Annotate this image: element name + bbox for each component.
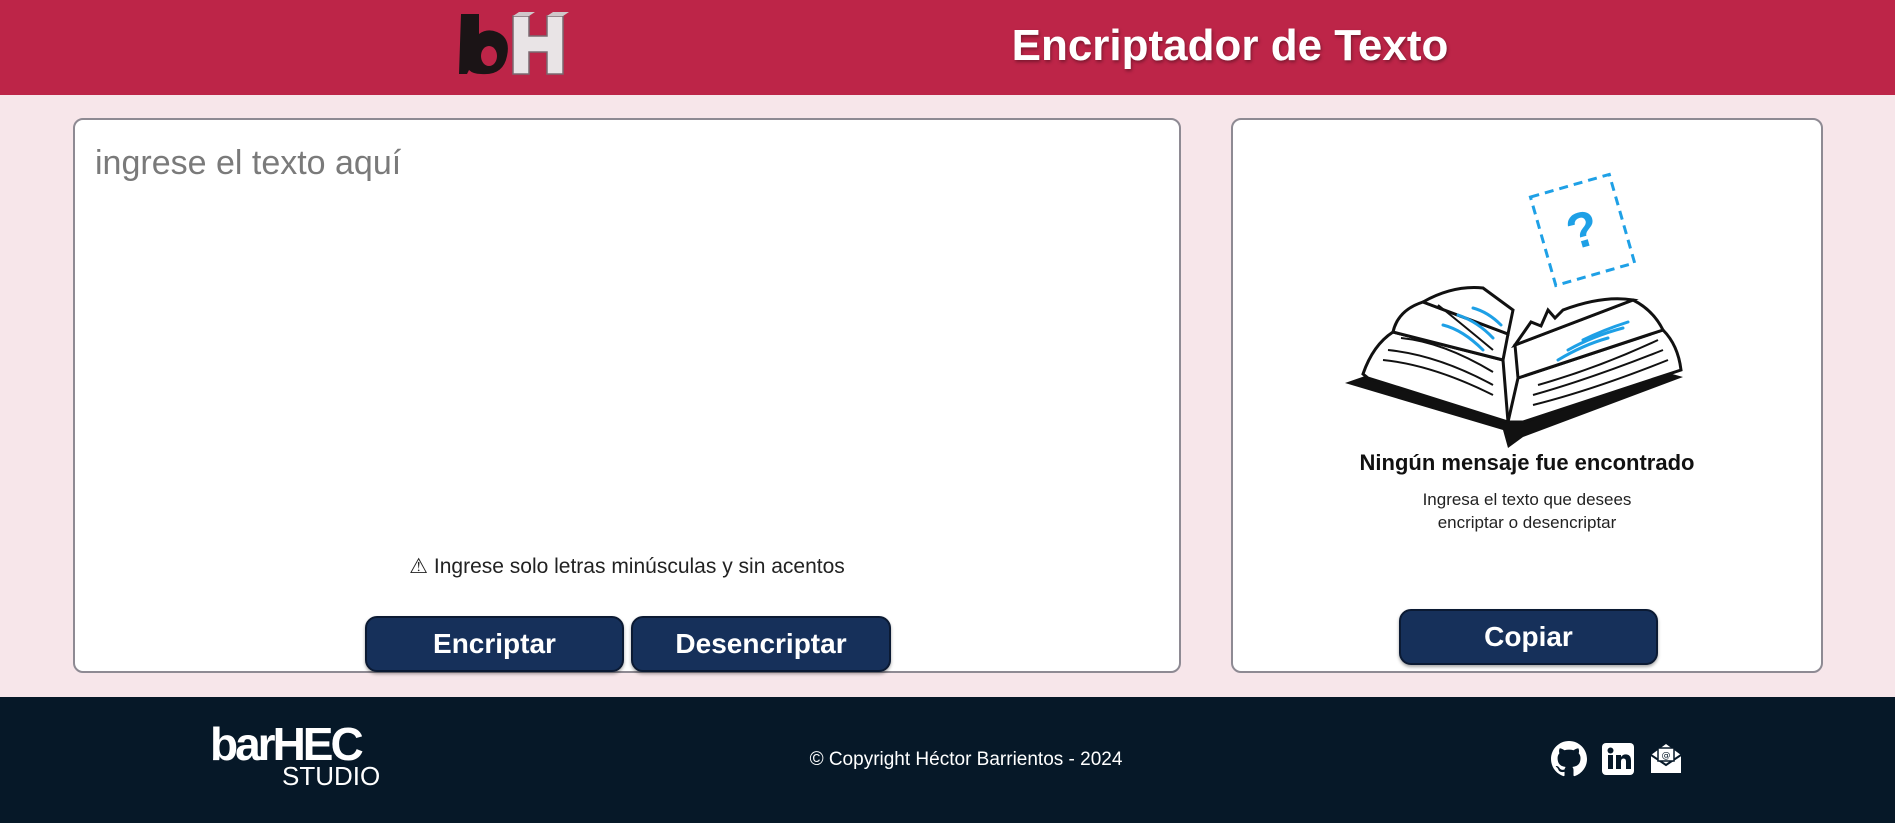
brand-sub: STUDIO — [282, 761, 381, 791]
empty-state-line-2: encriptar o desencriptar — [1437, 513, 1617, 532]
svg-text:?: ? — [1560, 199, 1605, 261]
decrypt-button[interactable]: Desencriptar — [631, 616, 891, 672]
empty-state-line-1: Ingresa el texto que desees — [1422, 490, 1632, 509]
question-card-icon: ? — [1528, 172, 1637, 288]
footer: barHEC STUDIO © Copyright Héctor Barrien… — [0, 697, 1895, 823]
copy-button[interactable]: Copiar — [1399, 609, 1658, 665]
empty-state-title: Ningún mensaje fue encontrado — [1359, 450, 1695, 475]
text-input[interactable] — [95, 144, 1155, 524]
studio-logo: barHEC STUDIO — [210, 721, 385, 791]
github-icon[interactable] — [1551, 741, 1587, 777]
email-icon[interactable]: @ — [1648, 741, 1684, 777]
encrypt-button[interactable]: Encriptar — [365, 616, 624, 672]
bh-logo — [455, 10, 575, 80]
svg-text:@: @ — [1662, 751, 1671, 761]
open-book-illustration: ? — [1343, 160, 1713, 470]
page-title: Encriptador de Texto — [1011, 21, 1449, 70]
linkedin-icon[interactable] — [1600, 741, 1636, 777]
copyright-text: © Copyright Héctor Barrientos - 2024 — [809, 749, 1123, 770]
header: Encriptador de Texto — [0, 0, 1895, 95]
empty-state-subtitle: Ingresa el texto que desees encriptar o … — [1233, 488, 1821, 534]
output-panel: ? Ningún mensaje fue encontrado Ingresa … — [1231, 118, 1823, 673]
warning-text: ⚠ Ingrese solo letras minúsculas y sin a… — [409, 555, 845, 578]
input-panel: ⚠ Ingrese solo letras minúsculas y sin a… — [73, 118, 1181, 673]
